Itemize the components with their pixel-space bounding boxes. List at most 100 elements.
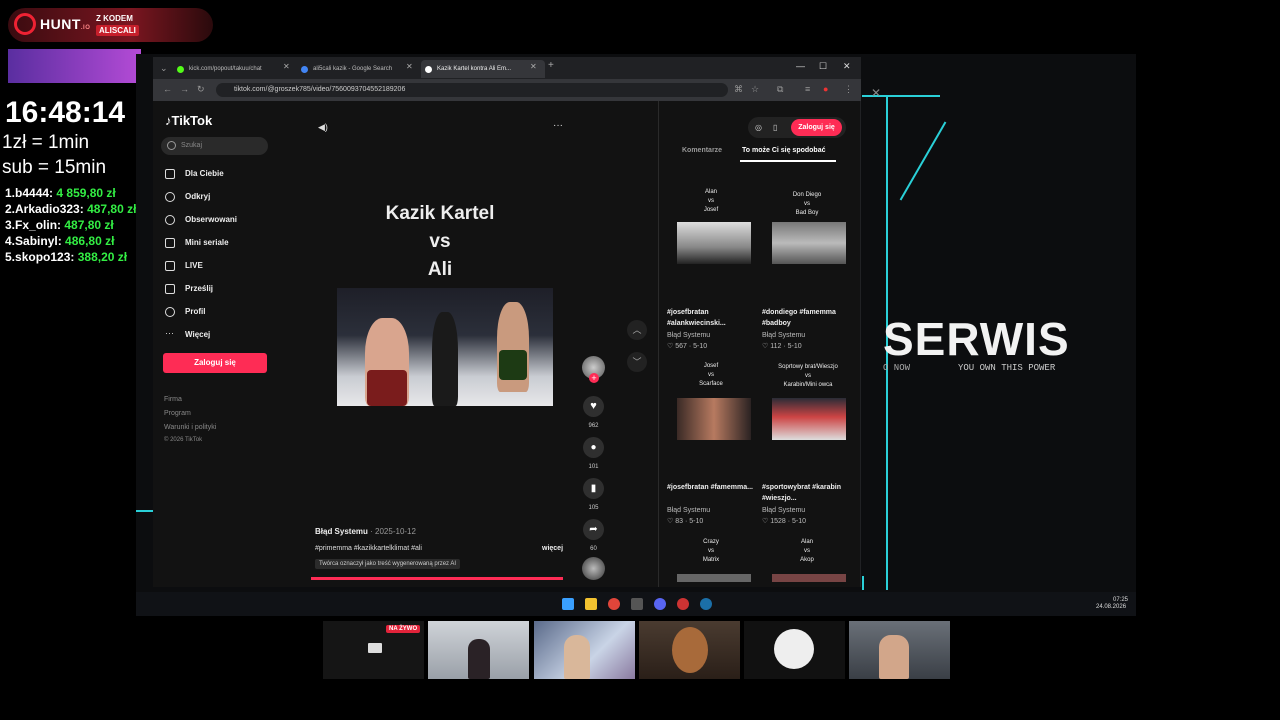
chrome-icon[interactable]	[608, 598, 620, 610]
video-thumbnail[interactable]	[677, 222, 751, 264]
overlay-close-icon[interactable]: ✕	[871, 86, 881, 100]
back-icon[interactable]: ←	[163, 84, 172, 94]
ai-label: Twórca oznaczył jako treść wygenerowaną …	[315, 559, 461, 569]
fighter-shorts	[367, 370, 407, 406]
video-thumbnail[interactable]	[677, 398, 751, 440]
thumb-author[interactable]: Błąd Systemu	[762, 507, 805, 514]
browser-tab-active[interactable]: Kazik Kartel kontra Ali Em...	[421, 60, 545, 78]
extensions-icon[interactable]: ⧉	[777, 84, 783, 95]
thumb-author[interactable]: Błąd Systemu	[667, 332, 710, 339]
video-thumbnail[interactable]	[772, 222, 846, 264]
live-icon	[165, 261, 175, 271]
nav-following[interactable]: Obserwowani	[185, 215, 237, 224]
video-player[interactable]	[337, 288, 553, 406]
tab-close-icon[interactable]: ✕	[530, 62, 537, 71]
search-input[interactable]: Szukaj	[161, 137, 268, 155]
nav-explore[interactable]: Odkryj	[185, 192, 210, 201]
comment-icon[interactable]: ●	[583, 437, 604, 458]
browser-tab[interactable]: kick.com/popout/takuu/chat	[173, 60, 295, 78]
volume-icon[interactable]: ◀)	[318, 122, 328, 133]
leaderboard-row: 5.skopo123: 388,20 zł	[5, 250, 128, 264]
tab-comments[interactable]: Komentarze	[682, 147, 722, 154]
search-icon	[167, 141, 176, 150]
app-icon[interactable]	[631, 598, 643, 610]
footer-link[interactable]: Firma	[164, 396, 182, 403]
tab-close-icon[interactable]: ✕	[406, 62, 413, 71]
tiktok-logo[interactable]: ♪TikTok	[165, 113, 212, 128]
chevron-down-icon[interactable]: ﹀	[627, 352, 647, 372]
thumb-stats: ♡ 1528 · 5-10	[762, 518, 807, 525]
footer-link[interactable]: Program	[164, 410, 191, 417]
thumb-hashtags[interactable]: #josefbratan #alankwiecinski...	[667, 307, 755, 329]
share-arrow-icon[interactable]: ➦	[583, 519, 604, 540]
discord-icon[interactable]	[654, 598, 666, 610]
following-icon	[165, 215, 175, 225]
subathon-timer: 16:48:14	[5, 96, 126, 129]
login-button[interactable]: Zaloguj się	[163, 353, 267, 373]
bookmark-icon[interactable]: ▮	[583, 478, 604, 499]
thumb-author[interactable]: Błąd Systemu	[667, 507, 710, 514]
thumb-overlay-title: Josef vs Scarface	[699, 363, 723, 387]
music-disc-icon[interactable]	[582, 557, 605, 580]
tab-list-icon[interactable]: ⌄	[160, 63, 168, 74]
wallpaper-title: SERWIS	[883, 313, 1070, 365]
compass-icon[interactable]: ◎	[755, 123, 762, 132]
avatar-logo	[774, 629, 814, 669]
sponsor-ad-image	[8, 49, 141, 83]
follow-plus-icon[interactable]: +	[589, 373, 599, 383]
close-window-icon[interactable]: ✕	[843, 61, 851, 72]
thumb-hashtags[interactable]: #sportowybrat #karabin #wieszjo...	[762, 482, 850, 504]
obs-icon[interactable]	[677, 598, 689, 610]
nav-mini-series[interactable]: Mini seriale	[185, 238, 229, 247]
thumb-stats: ♡ 567 · 5-10	[667, 343, 708, 350]
thumb-overlay-title: Alan vs Akop	[800, 539, 814, 563]
tab-recommendations[interactable]: To może Ci się spodobać	[742, 147, 826, 154]
browser-tab[interactable]: ali5cali kazik - Google Search	[297, 60, 419, 78]
wallpaper-subtitle: YOU OWN THIS POWER	[958, 363, 1056, 373]
video-thumbnail[interactable]	[677, 574, 751, 582]
nav-more[interactable]: Więcej	[185, 330, 210, 339]
profile-icon	[165, 307, 175, 317]
nav-upload[interactable]: Prześlij	[185, 284, 213, 293]
device-icon[interactable]: ▯	[773, 123, 777, 132]
video-options-icon[interactable]: ···	[553, 120, 563, 131]
new-tab-icon[interactable]: +	[548, 60, 554, 71]
thumb-author[interactable]: Błąd Systemu	[762, 332, 805, 339]
video-progress-bar[interactable]	[311, 577, 563, 580]
video-thumbnail[interactable]	[772, 398, 846, 440]
thumb-hashtags[interactable]: #dondiego #famemma #badboy	[762, 307, 850, 329]
profile-icon[interactable]: ●	[823, 84, 828, 94]
nav-profile[interactable]: Profil	[185, 307, 205, 316]
wallpaper-line	[136, 510, 154, 512]
url-input[interactable]: tiktok.com/@groszek785/video/75600937045…	[216, 83, 728, 97]
start-windows-icon[interactable]	[562, 598, 574, 610]
video-thumbnail[interactable]	[772, 574, 846, 582]
file-explorer-icon[interactable]	[585, 598, 597, 610]
footer-link[interactable]: Warunki i polityki	[164, 424, 216, 431]
steam-icon[interactable]	[700, 598, 712, 610]
thumb-stats: ♡ 112 · 5-10	[762, 343, 802, 350]
forward-icon[interactable]: →	[180, 84, 189, 94]
chevron-up-icon[interactable]: ︿	[627, 320, 647, 340]
translate-icon[interactable]: ⌘	[734, 84, 743, 95]
nav-for-you[interactable]: Dla Ciebie	[185, 169, 224, 178]
minimize-icon[interactable]: —	[796, 61, 805, 71]
share-count: 60	[590, 546, 597, 552]
tab-close-icon[interactable]: ✕	[283, 62, 290, 71]
reading-list-icon[interactable]: ≡	[805, 84, 810, 94]
panel-login-button[interactable]: Zaloguj się	[791, 119, 842, 136]
video-author[interactable]: Błąd Systemu · 2025-10-12	[315, 527, 416, 536]
maximize-icon[interactable]: ☐	[819, 61, 827, 72]
bookmark-star-icon[interactable]: ☆	[751, 84, 759, 95]
thumb-stats: ♡ 83 · 5-10	[667, 518, 704, 525]
like-heart-icon[interactable]: ♥	[583, 396, 604, 417]
leaderboard-row: 1.b4444: 4 859,80 zł	[5, 186, 116, 200]
more-link[interactable]: więcej	[542, 545, 563, 552]
reload-icon[interactable]: ↻	[197, 84, 205, 95]
copyright: © 2026 TikTok	[164, 437, 203, 443]
menu-kebab-icon[interactable]: ⋮	[844, 84, 853, 95]
thumb-hashtags[interactable]: #josefbratan #famemma...	[667, 482, 755, 493]
upload-icon	[165, 284, 175, 294]
nav-live[interactable]: LIVE	[185, 261, 203, 270]
video-hashtags[interactable]: #primemma #kazikkartelklimat #ali	[315, 545, 422, 552]
